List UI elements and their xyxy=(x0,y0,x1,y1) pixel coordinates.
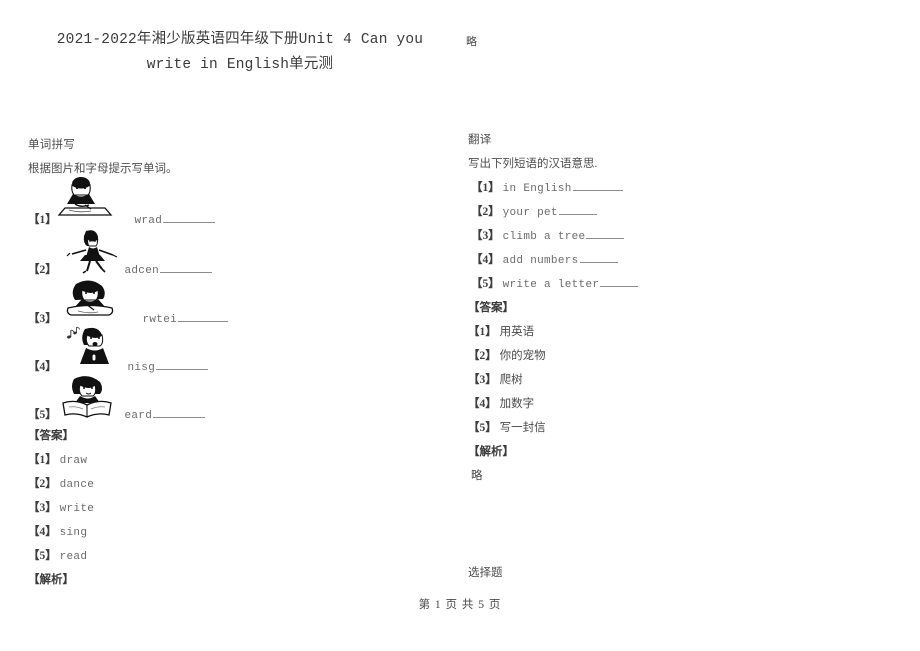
left-instruction: 根据图片和字母提示写单词。 xyxy=(28,163,178,175)
page-footer: 第 1 页 共 5 页 xyxy=(418,599,502,611)
answer-text: draw xyxy=(59,455,88,467)
left-answer-1: 【1】 draw xyxy=(28,451,87,467)
answer-index: 【4】 xyxy=(28,526,57,538)
right-answer-2: 【2】 你的宠物 xyxy=(468,347,546,363)
question-prompt: wrad xyxy=(134,215,163,227)
answer-index: 【1】 xyxy=(28,454,57,466)
answer-text: 用英语 xyxy=(499,326,535,338)
answer-text: read xyxy=(59,551,88,563)
answer-index: 【2】 xyxy=(28,478,57,490)
question-index: 【4】 xyxy=(471,254,500,266)
left-section-title: 单词拼写 xyxy=(28,139,76,151)
right-instruction: 写出下列短语的汉语意思. xyxy=(468,158,598,170)
right-analysis-text: 略 xyxy=(471,470,483,482)
question-index: 【4】 xyxy=(28,361,57,373)
left-answer-5: 【5】 read xyxy=(28,547,87,563)
right-answer-3: 【3】 爬树 xyxy=(468,371,523,387)
right-answer-label: 【答案】 xyxy=(468,302,514,314)
question-prompt: nisg xyxy=(127,362,156,374)
answer-text: 加数字 xyxy=(499,398,535,410)
left-answer-2: 【2】 dance xyxy=(28,475,94,491)
question-prompt: eard xyxy=(124,410,153,422)
answer-blank[interactable] xyxy=(153,407,206,418)
question-text: climb a tree xyxy=(502,231,586,243)
question-index: 【1】 xyxy=(471,182,500,194)
question-index: 【2】 xyxy=(471,206,500,218)
answer-blank[interactable] xyxy=(558,204,597,215)
left-answer-3: 【3】 write xyxy=(28,499,94,515)
translate-question-1: 【1】 in English xyxy=(471,179,623,195)
answer-index: 【3】 xyxy=(468,374,497,386)
spelling-question-1: 【1】 wrad xyxy=(28,211,216,227)
answer-blank[interactable] xyxy=(160,262,213,273)
answer-blank[interactable] xyxy=(163,212,216,223)
question-text: in English xyxy=(502,183,572,195)
answer-index: 【5】 xyxy=(28,550,57,562)
answer-blank[interactable] xyxy=(156,359,209,370)
spelling-question-4: 【4】 nisg xyxy=(28,358,209,374)
answer-text: 写一封信 xyxy=(499,422,546,434)
answer-blank[interactable] xyxy=(572,180,623,191)
translate-question-2: 【2】 your pet xyxy=(471,203,597,219)
answer-blank[interactable] xyxy=(586,228,625,239)
question-text: your pet xyxy=(502,207,558,219)
right-answer-1: 【1】 用英语 xyxy=(468,323,534,339)
question-index: 【3】 xyxy=(471,230,500,242)
question-text: write a letter xyxy=(502,279,600,291)
answer-index: 【5】 xyxy=(468,422,497,434)
question-index: 【1】 xyxy=(28,214,57,226)
question-index: 【3】 xyxy=(28,313,57,325)
right-answer-5: 【5】 写一封信 xyxy=(468,419,546,435)
answer-text: write xyxy=(59,503,95,515)
left-analysis-label: 【解析】 xyxy=(28,574,74,586)
answer-index: 【3】 xyxy=(28,502,57,514)
translate-question-3: 【3】 climb a tree xyxy=(471,227,625,243)
left-answer-4: 【4】 sing xyxy=(28,523,87,539)
answer-index: 【2】 xyxy=(468,350,497,362)
answer-blank[interactable] xyxy=(579,252,618,263)
question-index: 【5】 xyxy=(28,409,57,421)
answer-blank[interactable] xyxy=(178,311,229,322)
spelling-question-3: 【3】 rwtei xyxy=(28,310,229,326)
right-analysis-label: 【解析】 xyxy=(468,446,514,458)
spelling-question-5: 【5】 eard xyxy=(28,406,206,422)
answer-text: 你的宠物 xyxy=(499,350,546,362)
translate-question-4: 【4】 add numbers xyxy=(471,251,618,267)
question-prompt: adcen xyxy=(124,265,160,277)
spelling-question-2: 【2】 adcen xyxy=(28,261,213,277)
left-answer-label: 【答案】 xyxy=(28,430,74,442)
question-prompt: rwtei xyxy=(142,314,178,326)
right-section-title: 翻译 xyxy=(468,134,492,146)
translate-question-5: 【5】 write a letter xyxy=(471,275,639,291)
answer-blank[interactable] xyxy=(600,276,639,287)
answer-index: 【1】 xyxy=(468,326,497,338)
left-column: 单词拼写 根据图片和字母提示写单词。 【1】 wrad 【2】 adcen 【3… xyxy=(28,0,458,651)
question-text: add numbers xyxy=(502,255,579,267)
question-index: 【2】 xyxy=(28,264,57,276)
right-answer-4: 【4】 加数字 xyxy=(468,395,534,411)
right-column: 翻译 写出下列短语的汉语意思. 【1】 in English 【2】 your … xyxy=(468,0,898,651)
multiple-choice-section-title: 选择题 xyxy=(468,567,503,579)
answer-text: dance xyxy=(59,479,95,491)
question-index: 【5】 xyxy=(471,278,500,290)
answer-index: 【4】 xyxy=(468,398,497,410)
answer-text: sing xyxy=(59,527,88,539)
answer-text: 爬树 xyxy=(499,374,523,386)
